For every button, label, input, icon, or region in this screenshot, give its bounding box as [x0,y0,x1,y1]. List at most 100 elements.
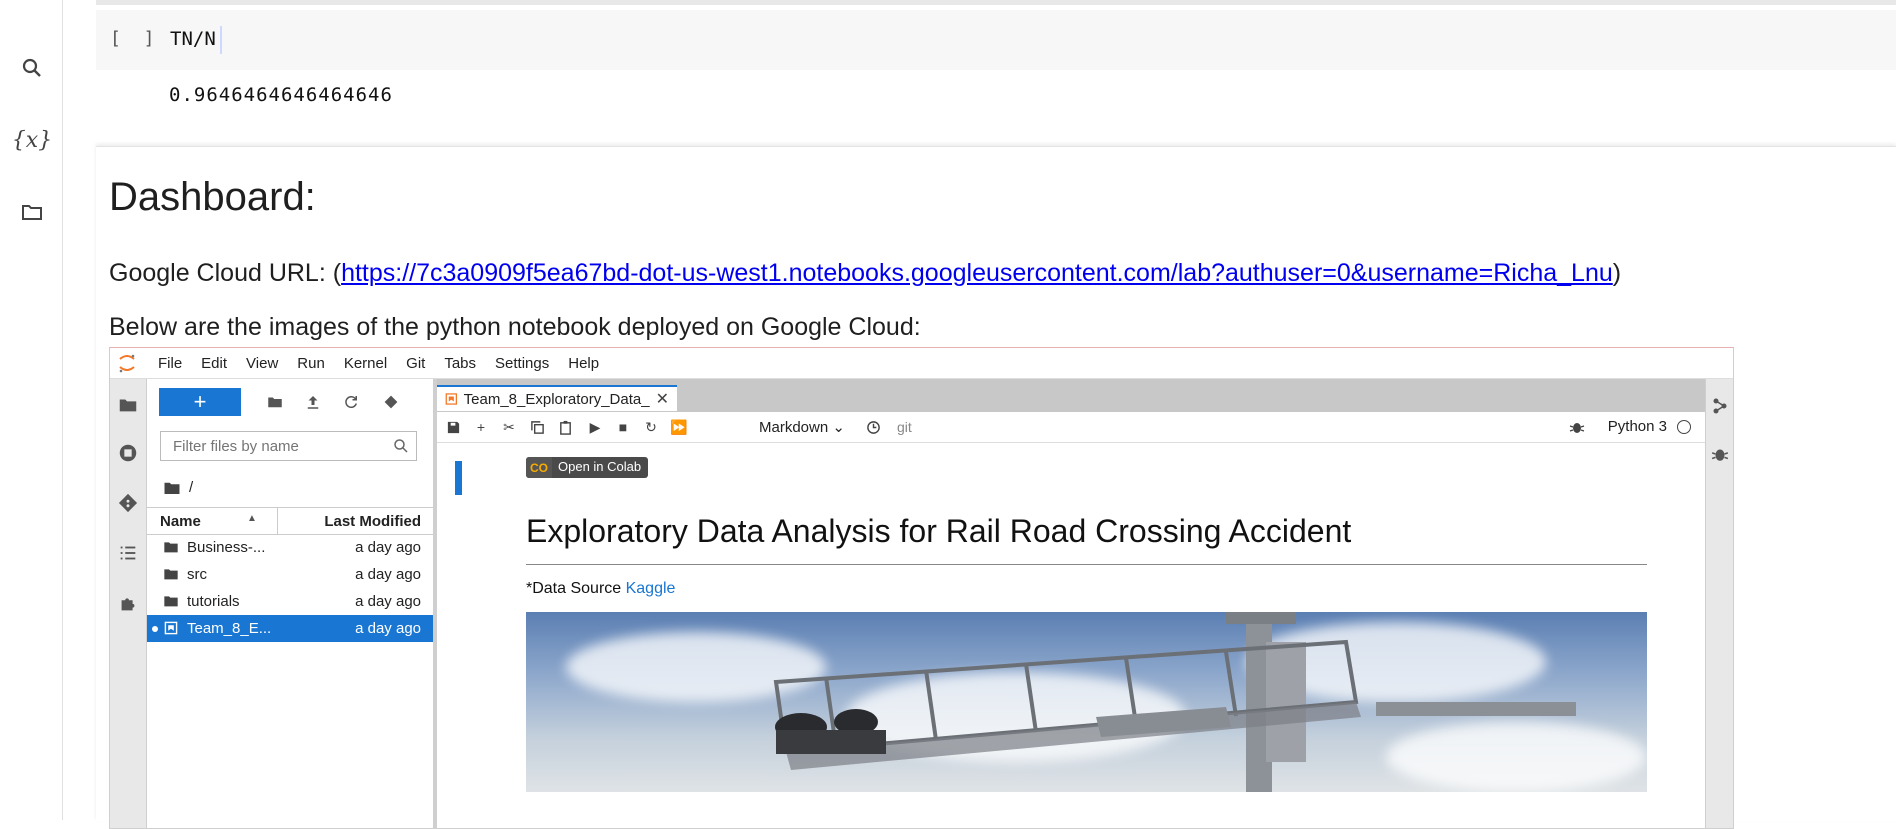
running-dot-icon [152,626,158,632]
menu-run[interactable]: Run [297,355,325,372]
cell-run-prompt[interactable]: [ ] [110,28,161,49]
extensions-icon[interactable] [116,591,140,615]
file-row-selected[interactable]: Team_8_E... a day ago [147,615,433,642]
code-cell[interactable]: [ ] TN/N [96,10,1896,70]
open-in-colab-badge[interactable]: CO Open in Colab [526,457,649,478]
url-prefix: Google Cloud URL: ( [109,259,342,287]
refresh-icon[interactable] [341,392,361,412]
url-suffix: ) [1612,259,1622,287]
menu-edit[interactable]: Edit [201,355,227,372]
colab-left-rail: {x} [0,0,63,820]
jupyter-menu: File Edit View Run Kernel Git Tabs Setti… [158,355,618,372]
search-icon[interactable] [16,52,48,84]
markdown-title: Dashboard: [109,175,316,219]
menu-git[interactable]: Git [406,355,425,372]
menu-file[interactable]: File [158,355,182,372]
file-name: Business-... [187,539,266,556]
close-icon[interactable]: ✕ [656,389,669,409]
kaggle-link[interactable]: Kaggle [626,580,676,597]
file-modified: a day ago [355,593,421,610]
cell-output: 0.9646464646464646 [169,84,393,106]
file-modified: a day ago [355,620,421,637]
colab-logo-icon: CO [526,457,552,478]
cell-type-select[interactable]: Markdown ⌄ [759,418,845,436]
kernel-name[interactable]: Python 3 [1608,418,1667,435]
markdown-cell[interactable]: Dashboard: Google Cloud URL: (https://7c… [96,146,1896,829]
notebook-heading: Exploratory Data Analysis for Rail Road … [526,513,1352,549]
table-of-contents-icon[interactable] [116,541,140,565]
git-clone-icon[interactable] [381,392,401,412]
crossing-gantry-graphic [773,612,1576,792]
notebook-tab[interactable]: Team_8_Exploratory_Data_ ✕ [437,385,677,411]
notebook-icon [164,621,178,635]
file-browser-icon[interactable] [116,393,140,417]
notebook-area: Team_8_Exploratory_Data_ ✕ + ✂ ▶ ■ ↻ ⏩ M… [437,379,1705,828]
save-icon[interactable] [445,419,461,435]
stop-icon[interactable]: ■ [615,419,631,435]
jupyter-left-sidebar [110,379,147,828]
upload-icon[interactable] [303,392,323,412]
running-sessions-icon[interactable] [116,441,140,465]
cell-type-value: Markdown [759,419,829,436]
column-last-modified[interactable]: Last Modified [324,513,421,530]
code-text[interactable]: TN/N [170,28,216,50]
notebook-toolbar: + ✂ ▶ ■ ↻ ⏩ Markdown ⌄ git Python 3 [437,412,1705,443]
notebook-body: CO Open in Colab Exploratory Data Analys… [437,443,1705,828]
tab-title: Team_8_Exploratory_Data_ [463,390,650,408]
notebook-icon [445,393,458,405]
jupyter-logo-icon [119,354,135,373]
top-cell-divider [96,0,1896,5]
file-list-header: Name ▲ Last Modified [147,507,433,535]
jupyter-right-sidebar [1705,379,1733,828]
copy-icon[interactable] [529,419,545,435]
new-folder-icon[interactable] [265,392,285,412]
data-source-prefix: *Data Source [526,580,626,597]
active-cell-indicator [455,461,462,495]
menu-kernel[interactable]: Kernel [344,355,387,372]
git-icon[interactable] [116,491,140,515]
kernel-status-icon [1677,420,1691,434]
railroad-crossing-photo [526,612,1647,792]
data-source-line: *Data Source Kaggle [526,580,675,598]
filter-files-field[interactable] [171,437,385,456]
folder-icon[interactable] [16,196,48,228]
file-name: src [187,566,207,583]
text-cursor [220,26,222,54]
filter-files-input[interactable] [160,431,417,461]
file-row[interactable]: Business-... a day ago [147,534,433,561]
new-launcher-button[interactable]: + [159,388,241,416]
variables-icon[interactable]: {x} [12,124,52,156]
sort-ascending-icon[interactable]: ▲ [247,513,257,524]
restart-icon[interactable]: ↻ [643,419,659,435]
property-inspector-icon[interactable] [1711,397,1729,415]
folder-icon [164,596,178,607]
file-row[interactable]: tutorials a day ago [147,588,433,615]
jupyterlab-screenshot: File Edit View Run Kernel Git Tabs Setti… [109,347,1734,829]
column-name[interactable]: Name [160,513,201,530]
menu-tabs[interactable]: Tabs [444,355,476,372]
menu-settings[interactable]: Settings [495,355,549,372]
menu-view[interactable]: View [246,355,278,372]
colab-badge-text: Open in Colab [558,459,642,474]
file-row[interactable]: src a day ago [147,561,433,588]
google-cloud-url-link[interactable]: https://7c3a0909f5ea67bd-dot-us-west1.no… [341,259,1613,287]
debugger-icon[interactable] [1569,419,1585,435]
paste-icon[interactable] [557,419,573,435]
file-name: Team_8_E... [187,620,272,637]
breadcrumb-root[interactable]: / [189,479,193,496]
run-icon[interactable]: ▶ [587,419,603,435]
menu-help[interactable]: Help [568,355,599,372]
jupyter-menubar: File Edit View Run Kernel Git Tabs Setti… [110,348,1733,379]
cut-icon[interactable]: ✂ [501,419,517,435]
clock-icon[interactable] [865,419,881,435]
folder-icon [164,542,178,553]
file-modified: a day ago [355,539,421,556]
git-label[interactable]: git [897,419,912,435]
add-cell-icon[interactable]: + [473,419,489,435]
debugger-icon[interactable] [1711,445,1729,463]
file-browser-toolbar: + [147,379,433,423]
run-all-icon[interactable]: ⏩ [670,419,687,435]
breadcrumb[interactable]: / [163,479,193,496]
folder-icon [164,569,178,580]
file-name: tutorials [187,593,240,610]
